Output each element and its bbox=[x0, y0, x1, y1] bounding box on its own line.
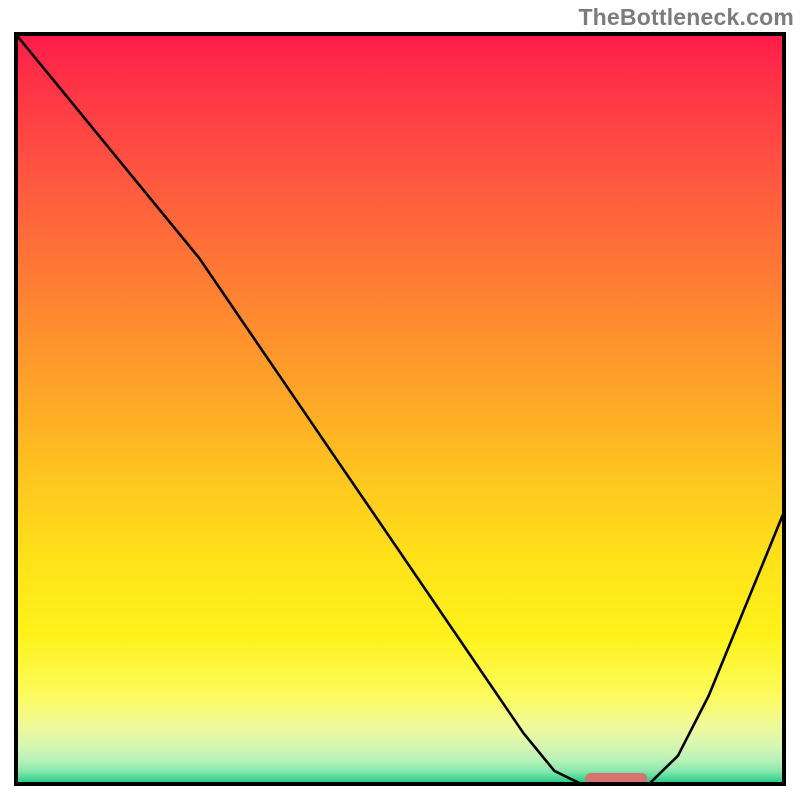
watermark-text: TheBottleneck.com bbox=[578, 4, 794, 31]
bottleneck-curve bbox=[14, 32, 786, 786]
chart-frame bbox=[14, 32, 786, 786]
chart-svg bbox=[14, 32, 786, 786]
optimum-marker bbox=[585, 773, 647, 784]
